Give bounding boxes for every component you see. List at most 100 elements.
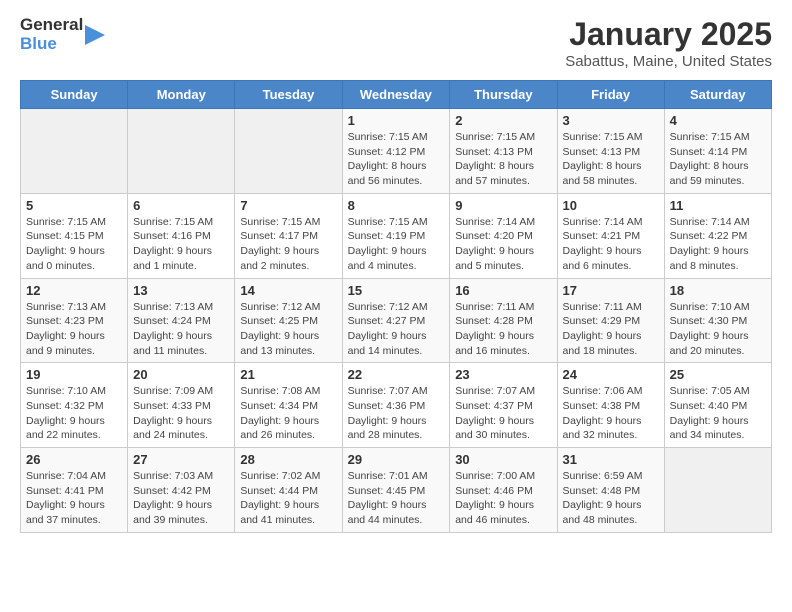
logo-blue-text: Blue [20,35,83,54]
calendar-week-row: 1 Sunrise: 7:15 AMSunset: 4:12 PMDaylight… [21,109,772,194]
day-number: 29 [348,452,445,467]
day-number: 24 [563,367,659,382]
day-info: Sunrise: 7:10 AMSunset: 4:30 PMDaylight:… [670,300,766,359]
calendar-day-cell: 11 Sunrise: 7:14 AMSunset: 4:22 PMDayligh… [664,193,771,278]
calendar-day-cell [21,109,128,194]
day-number: 1 [348,113,445,128]
calendar-day-cell: 25 Sunrise: 7:05 AMSunset: 4:40 PMDayligh… [664,363,771,448]
calendar-header-cell: Wednesday [342,81,450,109]
day-info: Sunrise: 7:05 AMSunset: 4:40 PMDaylight:… [670,384,766,443]
calendar-day-cell [128,109,235,194]
day-number: 2 [455,113,551,128]
calendar-week-row: 5Sunrise: 7:15 AMSunset: 4:15 PMDaylight… [21,193,772,278]
calendar-header-cell: Thursday [450,81,557,109]
day-number: 12 [26,283,122,298]
day-number: 20 [133,367,229,382]
day-number: 25 [670,367,766,382]
calendar-day-cell: 26 Sunrise: 7:04 AMSunset: 4:41 PMDayligh… [21,448,128,533]
day-info: Sunrise: 7:15 AMSunset: 4:12 PMDaylight:… [348,130,445,189]
calendar-day-cell: 9 Sunrise: 7:14 AMSunset: 4:20 PMDaylight… [450,193,557,278]
calendar-day-cell: 17 Sunrise: 7:11 AMSunset: 4:29 PMDayligh… [557,278,664,363]
logo-triangle-icon [85,17,105,53]
day-info: Sunrise: 7:12 AMSunset: 4:25 PMDaylight:… [240,300,336,359]
calendar-day-cell: 1 Sunrise: 7:15 AMSunset: 4:12 PMDaylight… [342,109,450,194]
day-number: 6 [133,198,229,213]
day-number: 14 [240,283,336,298]
calendar-body: 1 Sunrise: 7:15 AMSunset: 4:12 PMDaylight… [21,109,772,533]
calendar-header: SundayMondayTuesdayWednesdayThursdayFrid… [21,81,772,109]
calendar-day-cell: 2 Sunrise: 7:15 AMSunset: 4:13 PMDaylight… [450,109,557,194]
day-number: 9 [455,198,551,213]
day-info: Sunrise: 7:15 AMSunset: 4:17 PMDaylight:… [240,215,336,274]
calendar-day-cell: 23Sunrise: 7:07 AMSunset: 4:37 PMDayligh… [450,363,557,448]
day-number: 5 [26,198,122,213]
day-info: Sunrise: 7:03 AMSunset: 4:42 PMDaylight:… [133,469,229,528]
day-number: 15 [348,283,445,298]
day-info: Sunrise: 7:15 AMSunset: 4:13 PMDaylight:… [455,130,551,189]
day-number: 10 [563,198,659,213]
calendar-day-cell: 28Sunrise: 7:02 AMSunset: 4:44 PMDayligh… [235,448,342,533]
day-info: Sunrise: 7:15 AMSunset: 4:19 PMDaylight:… [348,215,445,274]
day-number: 17 [563,283,659,298]
header: General Blue January 2025 Sabattus, Main… [20,16,772,70]
calendar-day-cell: 15 Sunrise: 7:12 AMSunset: 4:27 PMDayligh… [342,278,450,363]
calendar-day-cell: 10 Sunrise: 7:14 AMSunset: 4:21 PMDayligh… [557,193,664,278]
title-area: January 2025 Sabattus, Maine, United Sta… [565,16,772,70]
calendar-day-cell: 22 Sunrise: 7:07 AMSunset: 4:36 PMDayligh… [342,363,450,448]
day-number: 16 [455,283,551,298]
calendar-header-row: SundayMondayTuesdayWednesdayThursdayFrid… [21,81,772,109]
calendar-day-cell [664,448,771,533]
day-info: Sunrise: 7:14 AMSunset: 4:21 PMDaylight:… [563,215,659,274]
day-info: Sunrise: 7:04 AMSunset: 4:41 PMDaylight:… [26,469,122,528]
day-number: 18 [670,283,766,298]
day-number: 11 [670,198,766,213]
day-info: Sunrise: 7:15 AMSunset: 4:13 PMDaylight:… [563,130,659,189]
calendar-day-cell: 14 Sunrise: 7:12 AMSunset: 4:25 PMDayligh… [235,278,342,363]
day-info: Sunrise: 7:01 AMSunset: 4:45 PMDaylight:… [348,469,445,528]
day-number: 26 [26,452,122,467]
calendar-day-cell: 12 Sunrise: 7:13 AMSunset: 4:23 PMDayligh… [21,278,128,363]
logo-wordmark: General Blue [20,16,110,53]
day-info: Sunrise: 7:02 AMSunset: 4:44 PMDaylight:… [240,469,336,528]
day-info: Sunrise: 7:14 AMSunset: 4:22 PMDaylight:… [670,215,766,274]
calendar-day-cell: 27 Sunrise: 7:03 AMSunset: 4:42 PMDayligh… [128,448,235,533]
day-info: Sunrise: 7:13 AMSunset: 4:23 PMDaylight:… [26,300,122,359]
calendar-week-row: 12 Sunrise: 7:13 AMSunset: 4:23 PMDayligh… [21,278,772,363]
day-info: Sunrise: 7:11 AMSunset: 4:28 PMDaylight:… [455,300,551,359]
calendar-day-cell: 6Sunrise: 7:15 AMSunset: 4:16 PMDaylight… [128,193,235,278]
calendar-day-cell: 13Sunrise: 7:13 AMSunset: 4:24 PMDayligh… [128,278,235,363]
calendar-day-cell: 31Sunrise: 6:59 AMSunset: 4:48 PMDayligh… [557,448,664,533]
day-info: Sunrise: 7:15 AMSunset: 4:14 PMDaylight:… [670,130,766,189]
day-number: 27 [133,452,229,467]
day-number: 8 [348,198,445,213]
day-number: 19 [26,367,122,382]
calendar-day-cell: 19Sunrise: 7:10 AMSunset: 4:32 PMDayligh… [21,363,128,448]
day-number: 3 [563,113,659,128]
day-info: Sunrise: 7:07 AMSunset: 4:36 PMDaylight:… [348,384,445,443]
calendar-day-cell: 5Sunrise: 7:15 AMSunset: 4:15 PMDaylight… [21,193,128,278]
day-info: Sunrise: 7:13 AMSunset: 4:24 PMDaylight:… [133,300,229,359]
day-info: Sunrise: 7:11 AMSunset: 4:29 PMDaylight:… [563,300,659,359]
day-number: 22 [348,367,445,382]
day-info: Sunrise: 6:59 AMSunset: 4:48 PMDaylight:… [563,469,659,528]
day-info: Sunrise: 7:14 AMSunset: 4:20 PMDaylight:… [455,215,551,274]
calendar-day-cell: 8 Sunrise: 7:15 AMSunset: 4:19 PMDaylight… [342,193,450,278]
day-info: Sunrise: 7:06 AMSunset: 4:38 PMDaylight:… [563,384,659,443]
day-number: 4 [670,113,766,128]
location-title: Sabattus, Maine, United States [565,53,772,70]
calendar-day-cell: 16 Sunrise: 7:11 AMSunset: 4:28 PMDayligh… [450,278,557,363]
calendar-week-row: 19Sunrise: 7:10 AMSunset: 4:32 PMDayligh… [21,363,772,448]
calendar-day-cell: 29 Sunrise: 7:01 AMSunset: 4:45 PMDayligh… [342,448,450,533]
calendar-day-cell: 3 Sunrise: 7:15 AMSunset: 4:13 PMDaylight… [557,109,664,194]
month-title: January 2025 [565,16,772,53]
calendar-header-cell: Monday [128,81,235,109]
day-info: Sunrise: 7:08 AMSunset: 4:34 PMDaylight:… [240,384,336,443]
calendar-header-cell: Saturday [664,81,771,109]
calendar: SundayMondayTuesdayWednesdayThursdayFrid… [20,80,772,533]
calendar-week-row: 26 Sunrise: 7:04 AMSunset: 4:41 PMDayligh… [21,448,772,533]
logo: General Blue [20,16,110,53]
day-info: Sunrise: 7:09 AMSunset: 4:33 PMDaylight:… [133,384,229,443]
day-number: 7 [240,198,336,213]
calendar-day-cell: 24 Sunrise: 7:06 AMSunset: 4:38 PMDayligh… [557,363,664,448]
day-info: Sunrise: 7:12 AMSunset: 4:27 PMDaylight:… [348,300,445,359]
